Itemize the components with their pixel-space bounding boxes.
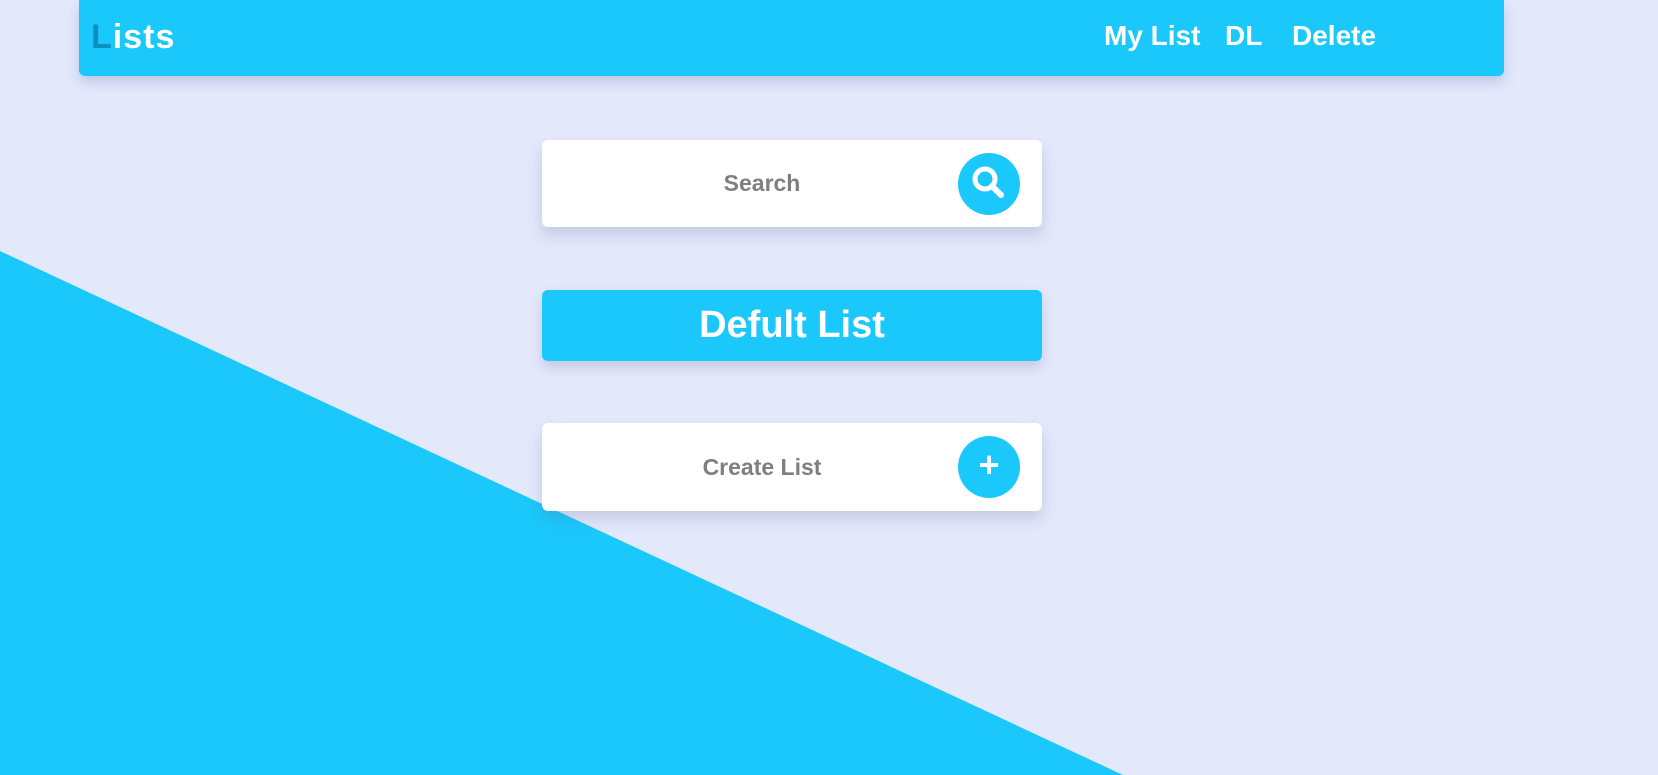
logo-text: ists [112, 18, 176, 56]
nav-my-list[interactable]: My List [1104, 18, 1200, 54]
nav-delete[interactable]: Delete [1292, 18, 1376, 54]
default-list-button[interactable]: Deful​t List [542, 290, 1042, 361]
create-list-button[interactable]: + [958, 436, 1020, 498]
create-list-card[interactable]: Create List + [542, 423, 1042, 511]
search-button[interactable] [958, 152, 1020, 215]
search-icon [972, 166, 1004, 198]
search-label[interactable]: Search [542, 140, 982, 227]
logo-first-letter: L [91, 18, 113, 56]
search-card[interactable]: Search [542, 140, 1042, 227]
top-navbar: Lists My List DL Delete [79, 0, 1504, 76]
nav-links: My List DL Delete [1104, 18, 1504, 58]
create-list-label[interactable]: Create List [542, 423, 982, 511]
app-logo[interactable]: Lists [91, 17, 175, 57]
nav-dl[interactable]: DL [1225, 18, 1262, 54]
background-diagonal-shape [0, 251, 1123, 775]
plus-icon: + [978, 444, 1000, 485]
